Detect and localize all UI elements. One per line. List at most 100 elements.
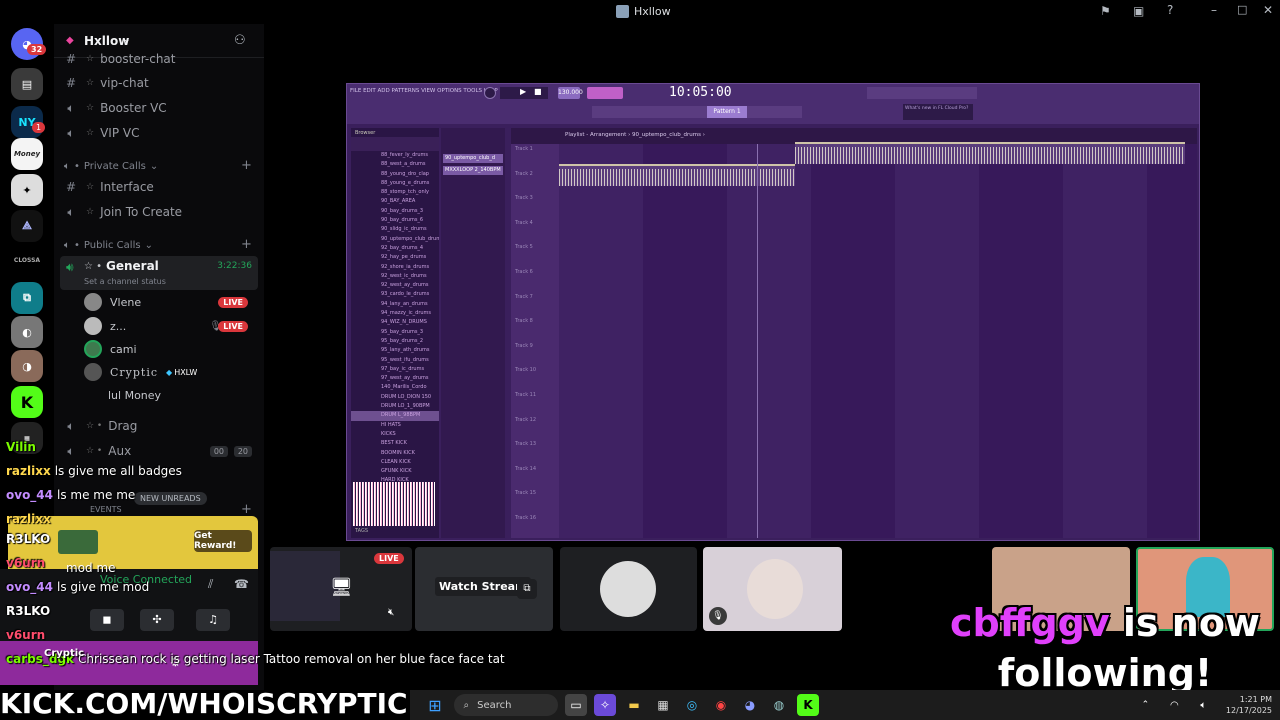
browser-item[interactable]: 94_WIZ_N_DRUMS <box>351 318 439 327</box>
taskbar-clock[interactable]: 1:21 PM 12/17/2025 <box>1226 694 1272 716</box>
participant-tile[interactable] <box>560 547 697 631</box>
browser-item[interactable]: 90_uptempo_club_drums <box>351 235 439 244</box>
voice-user[interactable]: z... 🎙︎ LIVE <box>84 316 258 336</box>
taskbar-search[interactable]: ⌕ Search <box>453 694 558 716</box>
task-view-icon[interactable]: ▭ <box>565 694 587 716</box>
browser-item[interactable]: 88_young_e_drums <box>351 179 439 188</box>
fl-record-icon[interactable] <box>484 87 496 99</box>
browser-item[interactable]: 97_west_ay_drums <box>351 374 439 383</box>
chat-username[interactable]: ovo_44 <box>6 488 53 502</box>
browser-item[interactable]: 94_lany_an_drums <box>351 300 439 309</box>
channel-vip-chat[interactable]: # ☆ vip-chat <box>62 72 258 94</box>
chat-username[interactable]: ovo_44 <box>6 580 53 594</box>
server-icon[interactable]: ⧉ <box>11 282 43 314</box>
chat-username[interactable]: Vilin <box>6 440 36 454</box>
add-channel-icon[interactable]: + <box>241 237 252 252</box>
browser-item[interactable]: 95_bay_drums_2 <box>351 337 439 346</box>
chat-username[interactable]: v6urn <box>6 628 45 642</box>
close-button[interactable]: ✕ <box>1263 3 1273 17</box>
pattern-selector[interactable]: Pattern 1 <box>707 106 747 118</box>
browser-item[interactable]: 97_bay_ic_drums <box>351 365 439 374</box>
browser-item[interactable]: HI HATS <box>351 421 439 430</box>
track-label[interactable]: Track 12 <box>515 417 536 423</box>
discord-icon[interactable]: ◕ <box>739 694 761 716</box>
server-icon[interactable]: ⟁ <box>11 210 43 242</box>
channel-item[interactable]: 90_uptempo_club_d <box>443 154 503 163</box>
voice-user[interactable]: lul Money <box>84 385 258 405</box>
category-public-calls[interactable]: 🔈︎ • Public Calls ⌄ <box>64 240 153 251</box>
browser-item[interactable]: DRUM LO_1_90BPM <box>351 402 439 411</box>
channel-vip-vc[interactable]: 🔈︎ ☆ VIP VC <box>62 122 258 144</box>
channel-general[interactable]: 🔊︎ ☆ • General 3:22:36 Set a channel sta… <box>60 256 258 290</box>
audio-clip-track-2[interactable] <box>559 164 795 186</box>
track-label[interactable]: Track 4 <box>515 220 533 226</box>
track-label[interactable]: Track 3 <box>515 195 533 201</box>
track-label[interactable]: Track 5 <box>515 244 533 250</box>
browser-item[interactable]: 88_west_a_drums <box>351 160 439 169</box>
track-label[interactable]: Track 9 <box>515 343 533 349</box>
kick-icon[interactable]: K <box>797 694 819 716</box>
participant-tile[interactable]: 🎙︎ <box>703 547 842 631</box>
browser-item[interactable]: 88_young_dro_clap <box>351 170 439 179</box>
chat-username[interactable]: v6urn <box>6 556 45 570</box>
steam-icon[interactable]: ◍ <box>768 694 790 716</box>
bpm-display[interactable]: 130.000 <box>558 87 583 99</box>
browser-item[interactable]: 88_fever_ly_drums <box>351 151 439 160</box>
edge-icon[interactable]: ◎ <box>681 694 703 716</box>
fl-menu[interactable]: FILE EDIT ADD PATTERNS VIEW OPTIONS TOOL… <box>350 88 498 94</box>
browser-item[interactable]: 92_hay_pe_drums <box>351 253 439 262</box>
windows-start-icon[interactable]: ⊞ <box>424 694 446 716</box>
browser-item[interactable]: 88_stomp_tch_only <box>351 188 439 197</box>
server-icon-clossa[interactable]: CLOSSA <box>11 244 43 276</box>
channel-booster-chat[interactable]: # ☆ booster-chat <box>62 48 258 70</box>
wifi-icon[interactable]: ◠ <box>1163 694 1185 716</box>
channel-booster-vc[interactable]: 🔈︎ ☆ Booster VC <box>62 97 258 119</box>
browser-item[interactable]: 92_west_ay_drums <box>351 281 439 290</box>
channel-interface[interactable]: # ☆ Interface <box>62 176 258 198</box>
browser-item[interactable]: 140_Marilis_Cordo <box>351 383 439 392</box>
fl-news[interactable]: What's new in FL Cloud Pro? <box>903 104 973 120</box>
browser-item[interactable]: DRUM L_98BPM <box>351 411 439 421</box>
track-label[interactable]: Track 2 <box>515 171 533 177</box>
track-label[interactable]: Track 7 <box>515 294 533 300</box>
chat-username[interactable]: razlixx <box>6 464 51 478</box>
browser-item[interactable]: 95_lany_ath_drums <box>351 346 439 355</box>
browser-item[interactable]: 92_bay_drums_4 <box>351 244 439 253</box>
track-label[interactable]: Track 6 <box>515 269 533 275</box>
copilot-icon[interactable]: ✧ <box>594 694 616 716</box>
chat-username[interactable]: razlixx <box>6 512 51 526</box>
browser-item[interactable]: DRUM LO_DION 150 <box>351 393 439 402</box>
channel-drag[interactable]: 🔈︎ ☆ • Drag <box>62 415 258 437</box>
server-icon[interactable]: ◐ <box>11 316 43 348</box>
chat-username[interactable]: R3LKO <box>6 532 50 546</box>
pattern-song-toggle[interactable] <box>587 87 623 99</box>
channel-status[interactable]: Set a channel status <box>84 277 166 286</box>
channel-item[interactable]: MXXXLOOP 2_140BPM <box>443 166 503 175</box>
server-icon[interactable]: ▤ <box>11 68 43 100</box>
add-channel-icon[interactable]: + <box>241 158 252 173</box>
voice-user[interactable]: cami <box>84 339 258 359</box>
server-icon[interactable]: ✦ <box>11 174 43 206</box>
browser-item[interactable]: 93_cardo_le_drums <box>351 290 439 299</box>
browser-item[interactable]: 90_bay_drums_6 <box>351 216 439 225</box>
chrome-icon[interactable]: ◉ <box>710 694 732 716</box>
voice-user[interactable]: Cryptic ◆ HXLW <box>84 362 258 382</box>
browser-item[interactable]: KICKS <box>351 430 439 439</box>
play-icon[interactable]: ▶ <box>520 87 526 96</box>
browser-item[interactable]: 94_mazzy_ic_drums <box>351 309 439 318</box>
browser-item[interactable]: 90_BAY_AREA <box>351 197 439 206</box>
file-explorer-icon[interactable]: ▬ <box>623 694 645 716</box>
browser-item[interactable]: 92_shore_ia_drums <box>351 263 439 272</box>
browser-item[interactable]: 90_bay_drums_3 <box>351 207 439 216</box>
track-label[interactable]: Track 11 <box>515 392 536 398</box>
playlist-grid[interactable] <box>559 142 1197 538</box>
category-private-calls[interactable]: 🔈︎ • Private Calls ⌄ <box>64 161 158 172</box>
server-icon-money[interactable]: Money <box>11 138 43 170</box>
browser-item[interactable]: 90_slidg_ic_drums <box>351 225 439 234</box>
channel-join-to-create[interactable]: 🔈︎ ☆ Join To Create <box>62 201 258 223</box>
minimize-button[interactable]: – <box>1211 3 1217 17</box>
voice-user[interactable]: Vlene LIVE <box>84 292 258 312</box>
browser-item[interactable]: 95_west_ifu_drums <box>351 356 439 365</box>
inbox-icon[interactable]: ⚑ <box>1100 4 1111 18</box>
track-label[interactable]: Track 10 <box>515 367 536 373</box>
